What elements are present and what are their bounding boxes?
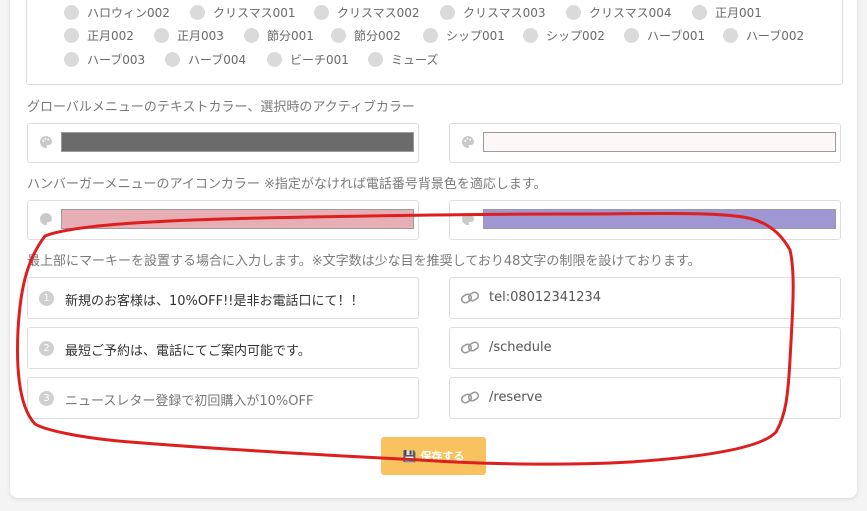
red-annotation-outline: [16, 212, 795, 466]
